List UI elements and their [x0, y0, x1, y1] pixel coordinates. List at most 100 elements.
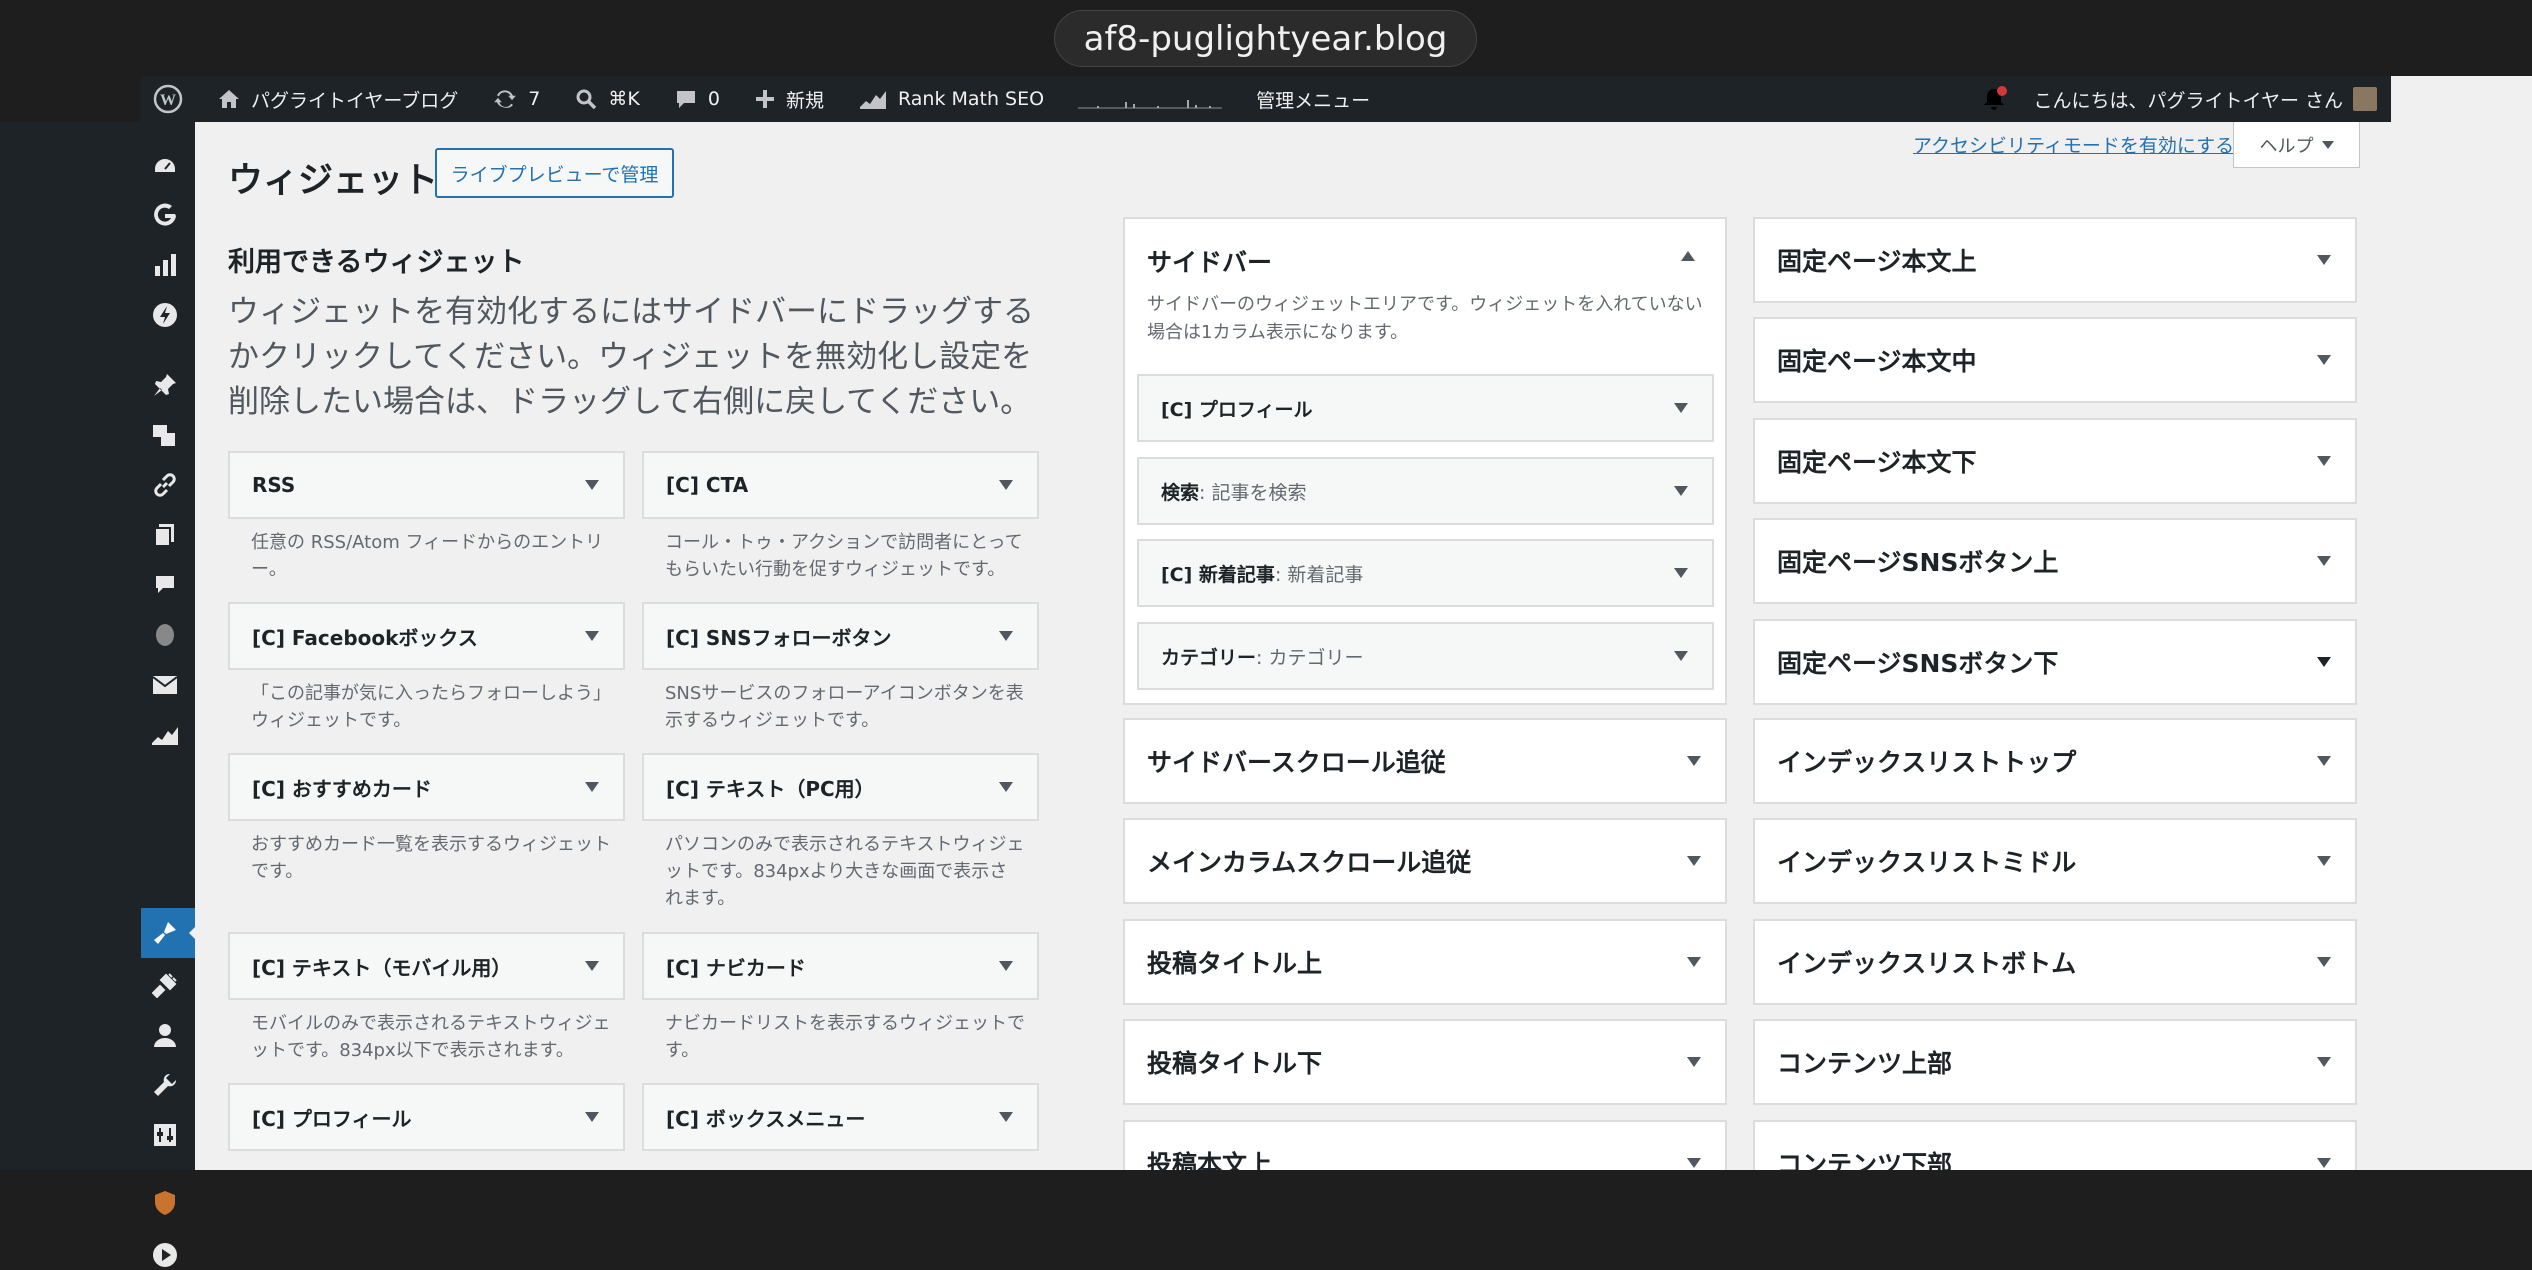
analytics-icon[interactable] — [150, 250, 180, 280]
sidebar-widget-profile[interactable]: [C] プロフィール — [1137, 374, 1714, 442]
comments-count: 0 — [707, 88, 720, 110]
chevron-down-icon — [585, 631, 599, 641]
mail-icon[interactable] — [150, 670, 180, 700]
widget-rss[interactable]: RSS — [228, 451, 625, 519]
admin-menu-link[interactable]: 管理メニュー — [1256, 86, 1370, 113]
sidebar-widget-categories[interactable]: カテゴリー: カテゴリー — [1137, 622, 1714, 690]
widget-text-pc[interactable]: [C] テキスト（PC用） — [642, 753, 1039, 821]
available-widgets-title: 利用できるウィジェット — [228, 247, 525, 278]
appearance-brush-icon[interactable] — [150, 918, 180, 948]
widget-subtitle: : 記事を検索 — [1199, 481, 1307, 504]
analytics-sparkline[interactable] — [1078, 88, 1223, 110]
updates-link[interactable]: 7 — [492, 86, 540, 112]
widget-navi-card[interactable]: [C] ナビカード — [642, 932, 1039, 1000]
widget-title: [C] テキスト（PC用） — [666, 776, 875, 801]
widget-area-content-top[interactable]: コンテンツ上部 — [1753, 1019, 2357, 1105]
live-preview-button[interactable]: ライブプレビューで管理 — [435, 148, 674, 198]
plugin-ball-icon[interactable] — [150, 620, 180, 650]
chevron-down-icon — [2317, 957, 2331, 967]
widget-area-content-bottom[interactable]: コンテンツ下部 — [1753, 1120, 2357, 1170]
widget-area-post-title-above[interactable]: 投稿タイトル上 — [1123, 919, 1727, 1005]
chevron-down-icon — [999, 1112, 1013, 1122]
widget-area-index-list-top[interactable]: インデックスリストトップ — [1753, 718, 2357, 804]
performance-icon[interactable] — [150, 300, 180, 330]
widget-area-page-body-middle[interactable]: 固定ページ本文中 — [1753, 317, 2357, 403]
widget-area-page-body-top[interactable]: 固定ページ本文上 — [1753, 217, 2357, 303]
widget-area-title: コンテンツ下部 — [1777, 1150, 1953, 1170]
comments-link[interactable]: 0 — [674, 87, 720, 111]
shield-icon[interactable] — [150, 1188, 180, 1218]
widget-area-sidebar[interactable]: サイドバー サイドバーのウィジェットエリアです。ウィジェットを入れていない場合は… — [1123, 217, 1727, 705]
chevron-down-icon — [999, 961, 1013, 971]
notification-bell-icon[interactable] — [1980, 85, 2008, 113]
widgets-screen: アクセシビリティモードを有効にする ヘルプ ウィジェット ライブプレビューで管理… — [195, 122, 2391, 1170]
pin-icon[interactable] — [150, 370, 180, 400]
widget-area-page-sns-below[interactable]: 固定ページSNSボタン下 — [1753, 619, 2357, 705]
widget-area-title: 投稿タイトル上 — [1147, 949, 1323, 978]
sidebar-widget-search[interactable]: 検索: 記事を検索 — [1137, 457, 1714, 525]
chevron-down-icon — [585, 480, 599, 490]
accessibility-mode-link[interactable]: アクセシビリティモードを有効にする — [1913, 131, 2234, 158]
widget-title: カテゴリー — [1161, 646, 1257, 669]
widget-box-menu[interactable]: [C] ボックスメニュー — [642, 1083, 1039, 1151]
chevron-down-icon — [999, 480, 1013, 490]
new-content-link[interactable]: 新規 — [754, 86, 824, 113]
account-menu[interactable]: こんにちは、パグライトイヤー さん — [2034, 86, 2377, 113]
widget-area-post-body-above[interactable]: 投稿本文上 — [1123, 1120, 1727, 1170]
chevron-down-icon — [585, 782, 599, 792]
widget-profile[interactable]: [C] プロフィール — [228, 1083, 625, 1151]
widget-area-title: 投稿タイトル下 — [1147, 1049, 1323, 1078]
pages-icon[interactable] — [150, 520, 180, 550]
widget-cta[interactable]: [C] CTA — [642, 451, 1039, 519]
widget-sns-follow[interactable]: [C] SNSフォローボタン — [642, 602, 1039, 670]
sidebar-widget-recent-posts[interactable]: [C] 新着記事: 新着記事 — [1137, 539, 1714, 607]
widget-area-page-body-bottom[interactable]: 固定ページ本文下 — [1753, 418, 2357, 504]
rankmath-link[interactable]: Rank Math SEO — [858, 87, 1044, 111]
address-bar[interactable]: af8-puglightyear.blog — [1054, 10, 1477, 67]
widget-title: RSS — [252, 473, 296, 497]
plugins-icon[interactable] — [150, 970, 180, 1000]
chevron-down-icon — [1674, 568, 1688, 578]
wordpress-logo-icon[interactable]: W — [153, 84, 183, 114]
widget-area-title: 固定ページSNSボタン下 — [1777, 649, 2059, 678]
chevron-down-icon — [1687, 856, 1701, 866]
link-icon[interactable] — [150, 470, 180, 500]
play-circle-icon[interactable] — [150, 1240, 180, 1270]
browser-toolbar: af8-puglightyear.blog — [0, 0, 2532, 76]
widget-title: 検索 — [1161, 481, 1200, 504]
widget-area-sidebar-scroll[interactable]: サイドバースクロール追従 — [1123, 718, 1727, 804]
widget-area-page-sns-above[interactable]: 固定ページSNSボタン上 — [1753, 518, 2357, 604]
widget-text-mobile[interactable]: [C] テキスト（モバイル用） — [228, 932, 625, 1000]
site-name-link[interactable]: パグライトイヤーブログ — [217, 86, 458, 113]
tools-wrench-icon[interactable] — [150, 1070, 180, 1100]
chevron-up-icon[interactable] — [1681, 251, 1695, 261]
rank-math-icon — [859, 91, 886, 109]
chevron-down-icon — [1687, 1158, 1701, 1168]
widget-description: コール・トゥ・アクションで訪問者にとってもらいたい行動を促すウィジェットです。 — [665, 532, 1023, 580]
chevron-down-icon — [999, 631, 1013, 641]
widget-area-post-title-below[interactable]: 投稿タイトル下 — [1123, 1019, 1727, 1105]
help-button[interactable]: ヘルプ — [2233, 122, 2360, 168]
widget-title: [C] プロフィール — [1161, 398, 1313, 421]
chevron-down-icon — [2317, 657, 2331, 667]
search-link[interactable]: ⌘K — [574, 87, 640, 111]
chevron-down-icon — [2317, 856, 2331, 866]
chevron-down-icon — [1687, 756, 1701, 766]
widget-area-title: インデックスリストミドル — [1777, 848, 2077, 877]
widget-title: [C] SNSフォローボタン — [666, 625, 892, 650]
rank-math-menu-icon[interactable] — [150, 720, 180, 750]
widget-description: 任意の RSS/Atom フィードからのエントリー。 — [251, 532, 604, 580]
dashboard-icon[interactable] — [150, 152, 180, 182]
widget-recommend-card[interactable]: [C] おすすめカード — [228, 753, 625, 821]
media-icon[interactable] — [150, 420, 180, 450]
google-icon[interactable] — [150, 200, 180, 230]
widget-area-index-list-middle[interactable]: インデックスリストミドル — [1753, 818, 2357, 904]
widget-area-main-scroll[interactable]: メインカラムスクロール追従 — [1123, 818, 1727, 904]
settings-sliders-icon[interactable] — [150, 1120, 180, 1150]
users-icon[interactable] — [150, 1020, 180, 1050]
widget-area-index-list-bottom[interactable]: インデックスリストボトム — [1753, 919, 2357, 1005]
svg-text:W: W — [160, 92, 176, 109]
widget-facebook-box[interactable]: [C] Facebookボックス — [228, 602, 625, 670]
search-shortcut: ⌘K — [608, 88, 640, 110]
comments-menu-icon[interactable] — [150, 570, 180, 600]
